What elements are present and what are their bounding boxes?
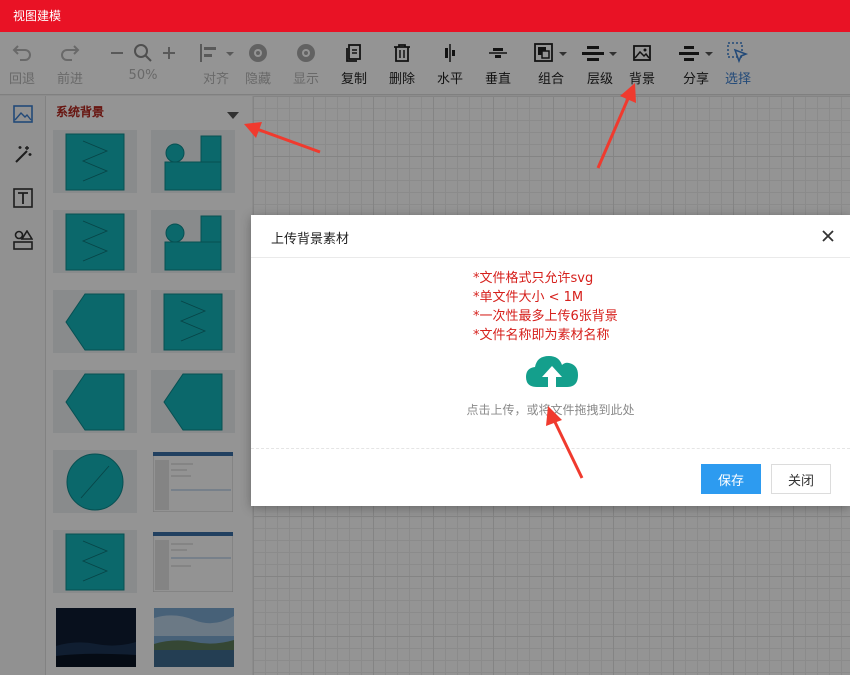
upload-background-dialog: 上传背景素材 *文件格式只允许svg *单文件大小 < 1M *一次性最多上传6… — [251, 215, 850, 506]
save-button[interactable]: 保存 — [701, 464, 761, 494]
dialog-header: 上传背景素材 — [251, 215, 850, 258]
upload-hint: 点击上传，或将文件拖拽到此处 — [466, 403, 635, 417]
rule-text: *一次性最多上传6张背景 — [473, 309, 618, 324]
cloud-upload-icon — [526, 356, 578, 387]
upload-dropzone[interactable]: 点击上传，或将文件拖拽到此处 — [251, 349, 850, 449]
app-title: 视图建模 — [13, 9, 62, 23]
rule-text: *文件格式只允许svg — [473, 271, 594, 286]
dialog-divider — [251, 448, 850, 449]
app-titlebar: 视图建模 — [0, 0, 850, 32]
rule-text: *文件名称即为素材名称 — [473, 328, 610, 343]
close-icon[interactable] — [820, 228, 836, 244]
dialog-title: 上传背景素材 — [271, 232, 350, 247]
rule-text: *单文件大小 < 1M — [473, 290, 584, 305]
close-button[interactable]: 关闭 — [771, 464, 831, 494]
upload-rules: *文件格式只允许svg *单文件大小 < 1M *一次性最多上传6张背景 *文件… — [473, 269, 618, 345]
